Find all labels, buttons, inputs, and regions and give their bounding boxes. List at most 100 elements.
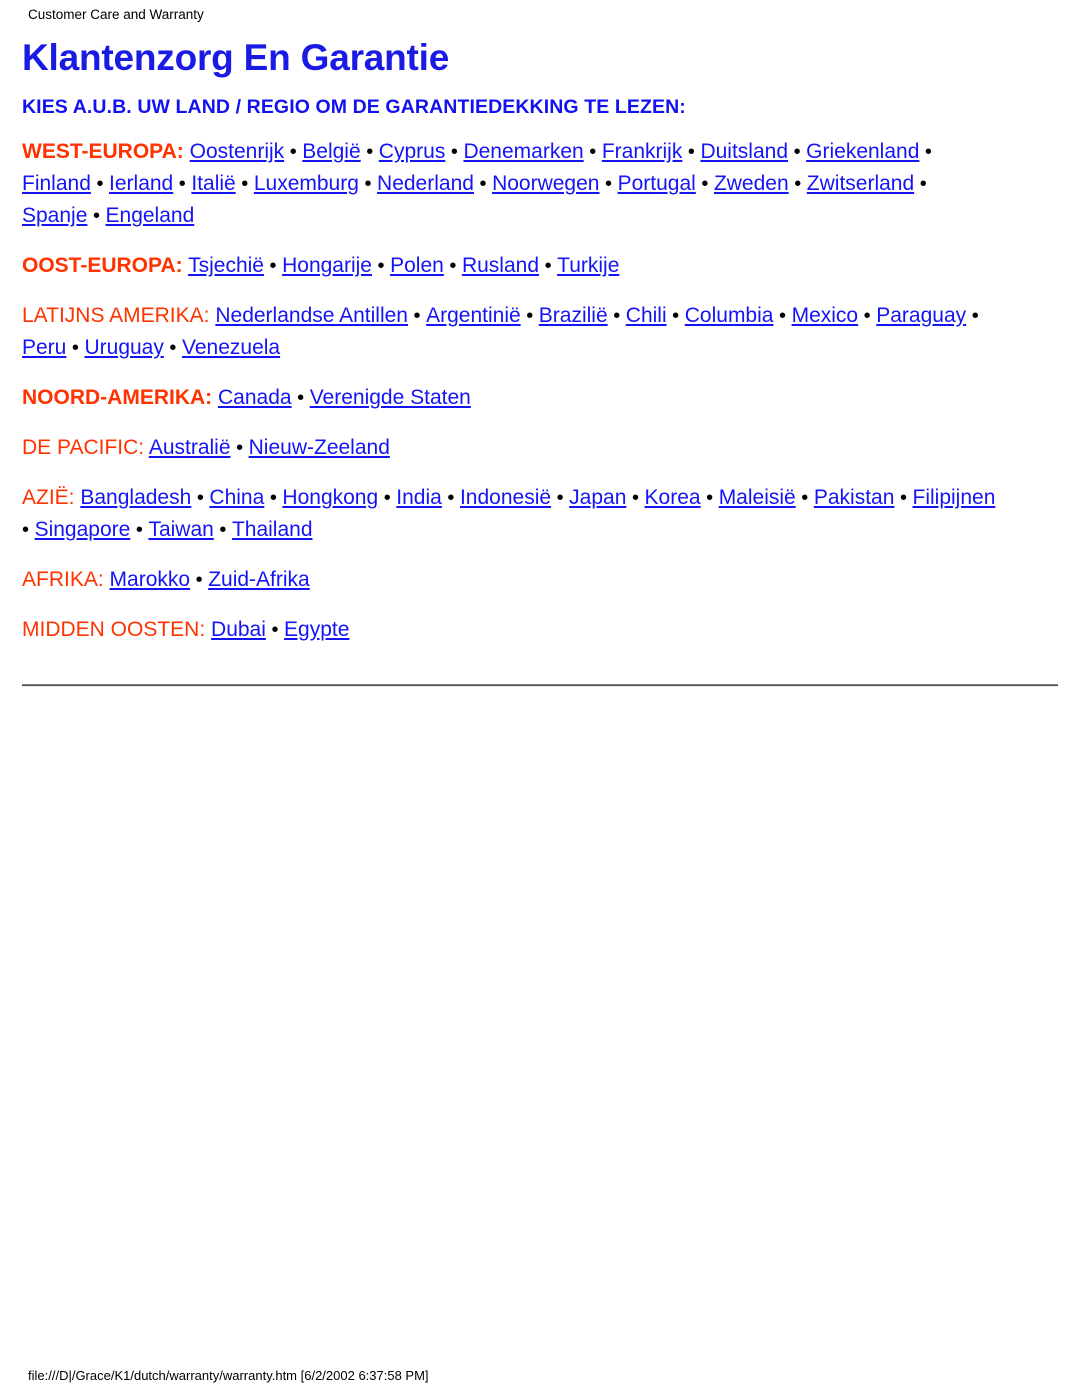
country-link[interactable]: België: [302, 140, 360, 163]
country-link[interactable]: Korea: [645, 486, 701, 509]
instruction-heading: KIES A.U.B. UW LAND / REGIO OM DE GARANT…: [22, 96, 686, 118]
bullet-separator: •: [607, 305, 626, 327]
country-link[interactable]: Noorwegen: [492, 172, 599, 195]
country-link[interactable]: Paraguay: [876, 304, 966, 327]
region-label: AZIË:: [22, 486, 75, 509]
country-link[interactable]: Luxemburg: [254, 172, 359, 195]
bullet-separator: •: [773, 305, 792, 327]
country-link[interactable]: China: [209, 486, 264, 509]
country-link[interactable]: Turkije: [557, 254, 619, 277]
bullet-separator: •: [378, 487, 397, 509]
region-block: AZIË: Bangladesh • China • Hongkong • In…: [22, 482, 997, 546]
country-link[interactable]: Portugal: [618, 172, 696, 195]
bullet-separator: •: [163, 337, 182, 359]
region-block: DE PACIFIC: Australië • Nieuw-Zeeland: [22, 432, 997, 464]
country-link[interactable]: Zuid-Afrika: [208, 568, 310, 591]
region-block: MIDDEN OOSTEN: Dubai • Egypte: [22, 614, 997, 646]
country-link[interactable]: Mexico: [792, 304, 859, 327]
region-label: OOST-EUROPA:: [22, 254, 183, 277]
bullet-separator: •: [520, 305, 539, 327]
country-link[interactable]: Indonesië: [460, 486, 551, 509]
country-link[interactable]: Finland: [22, 172, 91, 195]
region-block: LATIJNS AMERIKA: Nederlandse Antillen • …: [22, 300, 997, 364]
running-header-title: Customer Care and Warranty: [28, 7, 204, 22]
region-label: WEST-EUROPA:: [22, 140, 184, 163]
country-link[interactable]: Brazilië: [539, 304, 608, 327]
region-label: DE PACIFIC:: [22, 436, 145, 459]
bullet-separator: •: [795, 487, 814, 509]
country-link[interactable]: Australië: [149, 436, 231, 459]
country-link[interactable]: Marokko: [110, 568, 191, 591]
region-label: AFRIKA:: [22, 568, 104, 591]
country-link[interactable]: Tsjechië: [188, 254, 264, 277]
bullet-separator: •: [700, 487, 719, 509]
country-link[interactable]: Zweden: [714, 172, 789, 195]
bullet-separator: •: [539, 255, 558, 277]
country-link[interactable]: Polen: [390, 254, 444, 277]
country-link[interactable]: Zwitserland: [807, 172, 914, 195]
country-link[interactable]: Spanje: [22, 204, 87, 227]
country-link[interactable]: Dubai: [211, 618, 266, 641]
country-link[interactable]: Uruguay: [84, 336, 163, 359]
country-link[interactable]: Bangladesh: [80, 486, 191, 509]
country-link[interactable]: Maleisië: [719, 486, 796, 509]
bullet-separator: •: [583, 141, 602, 163]
country-link[interactable]: Oostenrijk: [190, 140, 285, 163]
country-link[interactable]: Pakistan: [814, 486, 895, 509]
bullet-separator: •: [682, 141, 701, 163]
country-link[interactable]: Nederland: [377, 172, 474, 195]
country-link[interactable]: Nederlandse Antillen: [215, 304, 408, 327]
bullet-separator: •: [66, 337, 85, 359]
footer-path-timestamp: file:///D|/Grace/K1/dutch/warranty/warra…: [28, 1368, 429, 1383]
bullet-separator: •: [235, 173, 254, 195]
country-link[interactable]: Thailand: [232, 518, 313, 541]
country-link[interactable]: Singapore: [35, 518, 131, 541]
country-link[interactable]: Peru: [22, 336, 66, 359]
country-link[interactable]: Venezuela: [182, 336, 280, 359]
country-link[interactable]: Hongarije: [282, 254, 372, 277]
country-link[interactable]: Japan: [569, 486, 626, 509]
bullet-separator: •: [445, 141, 464, 163]
country-link[interactable]: Nieuw-Zeeland: [249, 436, 390, 459]
region-block: WEST-EUROPA: Oostenrijk • België • Cypru…: [22, 136, 997, 232]
region-label: LATIJNS AMERIKA:: [22, 304, 210, 327]
country-link[interactable]: Hongkong: [282, 486, 378, 509]
region-block: OOST-EUROPA: Tsjechië • Hongarije • Pole…: [22, 250, 997, 282]
country-link[interactable]: Griekenland: [806, 140, 919, 163]
page-title: Klantenzorg En Garantie: [22, 37, 450, 78]
country-link[interactable]: Taiwan: [148, 518, 213, 541]
bullet-separator: •: [230, 437, 249, 459]
main-content: Klantenzorg En Garantie KIES A.U.B. UW L…: [22, 36, 1058, 664]
document-page: Customer Care and Warranty Klantenzorg E…: [0, 0, 1080, 1397]
bullet-separator: •: [666, 305, 685, 327]
bullet-separator: •: [443, 255, 462, 277]
country-link[interactable]: India: [396, 486, 442, 509]
country-link[interactable]: Ierland: [109, 172, 173, 195]
country-link[interactable]: Denemarken: [463, 140, 583, 163]
bullet-separator: •: [358, 173, 378, 195]
country-link[interactable]: Canada: [218, 386, 292, 409]
country-link[interactable]: Cyprus: [379, 140, 446, 163]
bullet-separator: •: [265, 619, 285, 641]
country-link[interactable]: Rusland: [462, 254, 539, 277]
country-link[interactable]: Filipijnen: [913, 486, 996, 509]
country-link[interactable]: Chili: [626, 304, 667, 327]
country-link[interactable]: Verenigde Staten: [310, 386, 471, 409]
bullet-separator: •: [371, 255, 391, 277]
region-block: AFRIKA: Marokko • Zuid-Afrika: [22, 564, 997, 596]
bullet-separator: •: [360, 141, 379, 163]
country-link[interactable]: Frankrijk: [602, 140, 683, 163]
bullet-separator: •: [213, 519, 232, 541]
country-link[interactable]: Italië: [191, 172, 235, 195]
country-link[interactable]: Columbia: [685, 304, 774, 327]
country-link[interactable]: Engeland: [106, 204, 195, 227]
country-link[interactable]: Egypte: [284, 618, 349, 641]
bullet-separator: •: [914, 173, 927, 195]
country-link[interactable]: Duitsland: [700, 140, 788, 163]
bullet-separator: •: [599, 173, 618, 195]
bullet-separator: •: [190, 569, 209, 591]
bullet-separator: •: [919, 141, 932, 163]
region-label: NOORD-AMERIKA:: [22, 386, 213, 409]
country-link[interactable]: Argentinië: [426, 304, 521, 327]
bullet-separator: •: [966, 305, 979, 327]
